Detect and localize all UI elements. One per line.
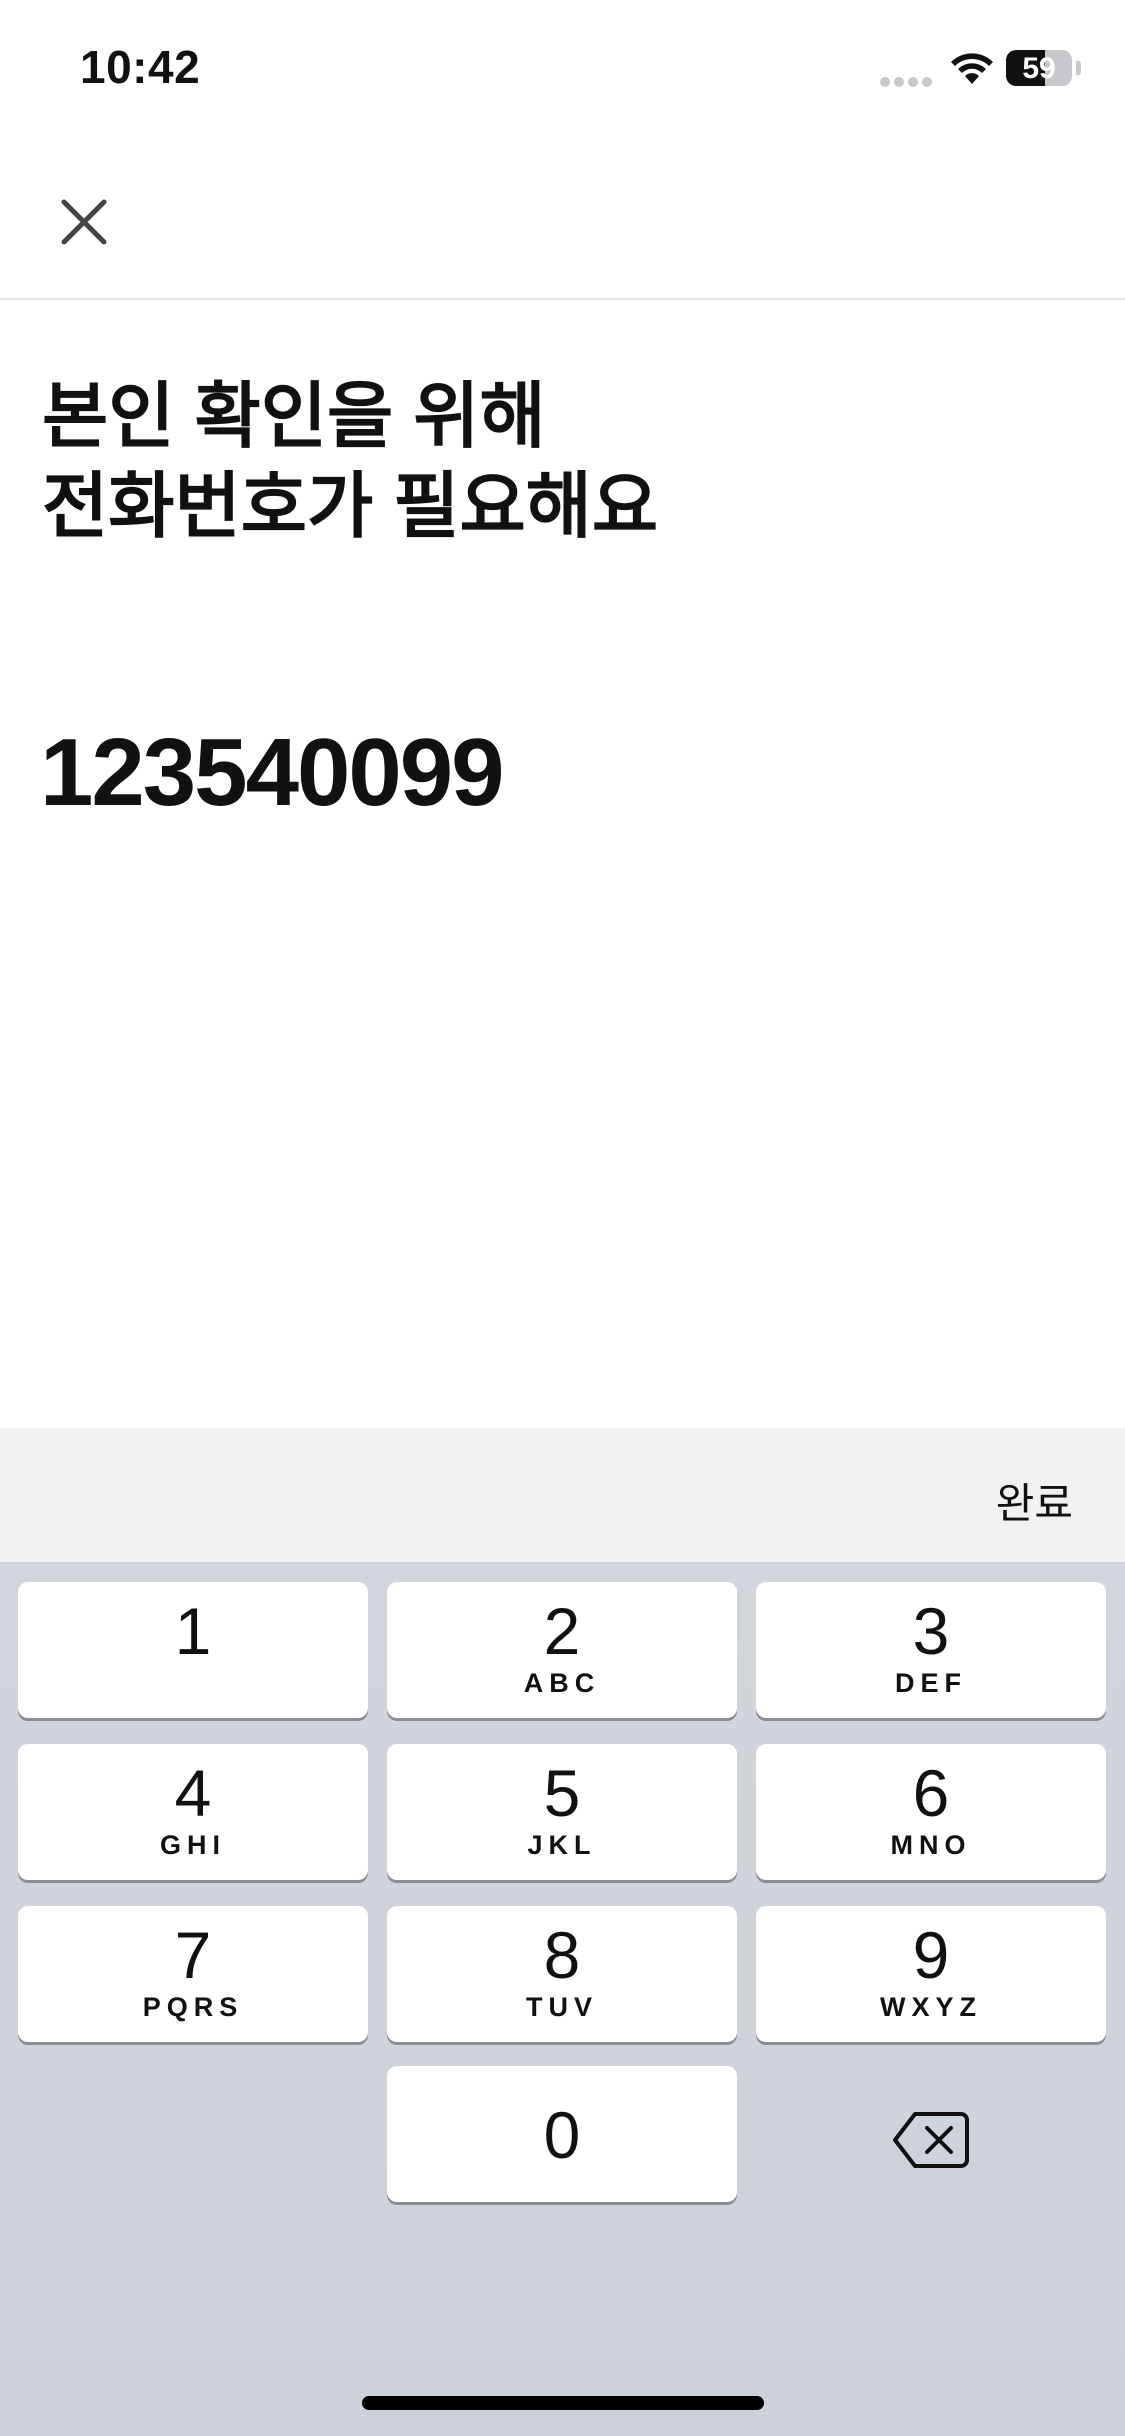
- close-button[interactable]: [44, 182, 124, 262]
- status-bar: 10:42 59: [0, 0, 1125, 130]
- battery-icon: 59: [1006, 50, 1072, 86]
- key-letters: WXYZ: [880, 1992, 982, 2022]
- title-line-1: 본인 확인을 위해: [42, 377, 546, 457]
- key-6[interactable]: 6 MNO: [756, 1744, 1106, 1880]
- header: [0, 130, 1125, 300]
- key-letters: ABC: [523, 1668, 601, 1698]
- signal-icon: [880, 74, 936, 87]
- key-3[interactable]: 3 DEF: [756, 1582, 1106, 1718]
- key-4[interactable]: 4 GHI: [18, 1744, 368, 1880]
- key-8[interactable]: 8 TUV: [387, 1906, 737, 2042]
- battery-level: 59: [1022, 52, 1056, 85]
- key-digit: 2: [543, 1594, 581, 1668]
- key-digit: 3: [912, 1594, 950, 1668]
- backspace-button[interactable]: [756, 2072, 1106, 2208]
- key-letters: MNO: [890, 1830, 972, 1860]
- key-letters: PQRS: [142, 1992, 244, 2022]
- home-indicator[interactable]: [362, 2396, 764, 2410]
- phone-number-input[interactable]: 123540099: [40, 718, 505, 828]
- backspace-icon: [893, 2112, 969, 2168]
- key-digit: 5: [543, 1756, 581, 1830]
- title-line-2: 전화번호가 필요해요: [42, 467, 659, 547]
- key-letters: DEF: [895, 1668, 967, 1698]
- key-digit: 6: [912, 1756, 950, 1830]
- key-digit: 4: [174, 1756, 212, 1830]
- page-title: 본인 확인을 위해 전화번호가 필요해요: [42, 372, 658, 552]
- keyboard-accessory-bar: 완료: [0, 1428, 1125, 1562]
- key-digit: 0: [543, 2098, 581, 2172]
- close-icon: [61, 199, 107, 245]
- key-7[interactable]: 7 PQRS: [18, 1906, 368, 2042]
- key-digit: 7: [174, 1918, 212, 1992]
- battery-cap: [1076, 61, 1081, 75]
- key-5[interactable]: 5 JKL: [387, 1744, 737, 1880]
- key-letters: JKL: [527, 1830, 597, 1860]
- status-time: 10:42: [80, 41, 201, 93]
- key-1[interactable]: 1: [18, 1582, 368, 1718]
- key-letters: TUV: [526, 1992, 598, 2022]
- key-9[interactable]: 9 WXYZ: [756, 1906, 1106, 2042]
- key-0[interactable]: 0: [387, 2066, 737, 2202]
- done-button[interactable]: 완료: [996, 1470, 1073, 1531]
- wifi-icon: [951, 53, 993, 84]
- key-digit: 8: [543, 1918, 581, 1992]
- key-digit: 1: [174, 1594, 212, 1668]
- key-letters: GHI: [159, 1830, 226, 1860]
- key-digit: 9: [912, 1918, 950, 1992]
- key-2[interactable]: 2 ABC: [387, 1582, 737, 1718]
